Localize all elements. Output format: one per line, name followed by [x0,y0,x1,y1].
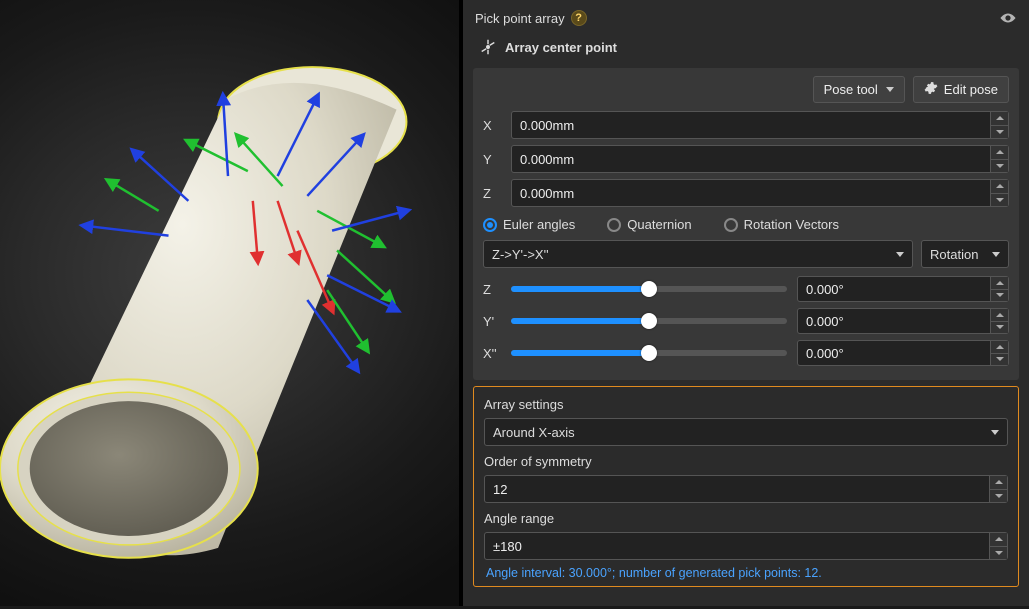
radio-euler[interactable]: Euler angles [483,217,575,232]
radio-dot-icon [607,218,621,232]
y-input[interactable] [511,145,1009,173]
slider-yp-label: Y' [483,314,501,329]
array-axis-value: Around X-axis [493,425,575,440]
order-of-symmetry-input[interactable] [484,475,1008,503]
pose-tool-button[interactable]: Pose tool [813,76,905,103]
rotation-mode-select[interactable]: Rotation [921,240,1009,268]
slider-yp-value-input[interactable] [797,308,1009,334]
pose-tool-label: Pose tool [824,82,878,97]
x-label: X [483,118,501,133]
pose-section: Pose tool Edit pose X Y [473,68,1019,380]
slider-z-value-field[interactable] [798,277,990,301]
center-point-icon [479,38,497,56]
visibility-toggle-icon[interactable] [999,11,1017,25]
slider-z[interactable] [511,278,787,300]
slider-xpp-value-field[interactable] [798,341,990,365]
array-info-text: Angle interval: 30.000°; number of gener… [484,560,1008,582]
angle-range-label: Angle range [484,511,1008,526]
radio-quaternion-label: Quaternion [627,217,691,232]
slider-xpp-spinner[interactable] [990,341,1008,365]
chevron-down-icon [991,430,999,435]
properties-panel: Pick point array ? Array center point Po… [463,0,1029,606]
angle-range-field[interactable] [485,533,989,559]
array-center-point-header: Array center point [473,36,1019,62]
radio-rotation-vectors[interactable]: Rotation Vectors [724,217,839,232]
slider-z-value-input[interactable] [797,276,1009,302]
order-of-symmetry-field[interactable] [485,476,989,502]
order-of-symmetry-label: Order of symmetry [484,454,1008,469]
gear-icon [924,81,938,98]
euler-order-value: Z->Y'->X'' [492,247,549,262]
sub-header-label: Array center point [505,40,617,55]
array-settings-title: Array settings [484,397,1008,412]
array-settings-section: Array settings Around X-axis Order of sy… [473,386,1019,587]
radio-quaternion[interactable]: Quaternion [607,217,691,232]
slider-xpp-value-input[interactable] [797,340,1009,366]
angle-range-input[interactable] [484,532,1008,560]
z-input[interactable] [511,179,1009,207]
radio-rotvec-label: Rotation Vectors [744,217,839,232]
z-spinner[interactable] [990,180,1008,206]
x-input-field[interactable] [512,112,990,138]
slider-xpp-label: X'' [483,346,501,361]
radio-dot-icon [724,218,738,232]
chevron-down-icon [896,252,904,257]
chevron-down-icon [886,87,894,92]
slider-z-spinner[interactable] [990,277,1008,301]
z-label: Z [483,186,501,201]
x-input[interactable] [511,111,1009,139]
angle-range-spinner[interactable] [989,533,1007,559]
panel-header: Pick point array ? [473,6,1019,30]
slider-yp[interactable] [511,310,787,332]
euler-order-select[interactable]: Z->Y'->X'' [483,240,913,268]
slider-xpp[interactable] [511,342,787,364]
array-axis-select[interactable]: Around X-axis [484,418,1008,446]
panel-title: Pick point array [475,11,565,26]
order-of-symmetry-spinner[interactable] [989,476,1007,502]
radio-dot-icon [483,218,497,232]
slider-z-label: Z [483,282,501,297]
edit-pose-label: Edit pose [944,82,998,97]
radio-euler-label: Euler angles [503,217,575,232]
z-input-field[interactable] [512,180,990,206]
viewport-3d[interactable] [0,0,463,606]
chevron-down-icon [992,252,1000,257]
x-spinner[interactable] [990,112,1008,138]
y-label: Y [483,152,501,167]
y-input-field[interactable] [512,146,990,172]
slider-yp-spinner[interactable] [990,309,1008,333]
rotation-mode-value: Rotation [930,247,978,262]
y-spinner[interactable] [990,146,1008,172]
slider-yp-value-field[interactable] [798,309,990,333]
edit-pose-button[interactable]: Edit pose [913,76,1009,103]
help-icon[interactable]: ? [571,10,587,26]
